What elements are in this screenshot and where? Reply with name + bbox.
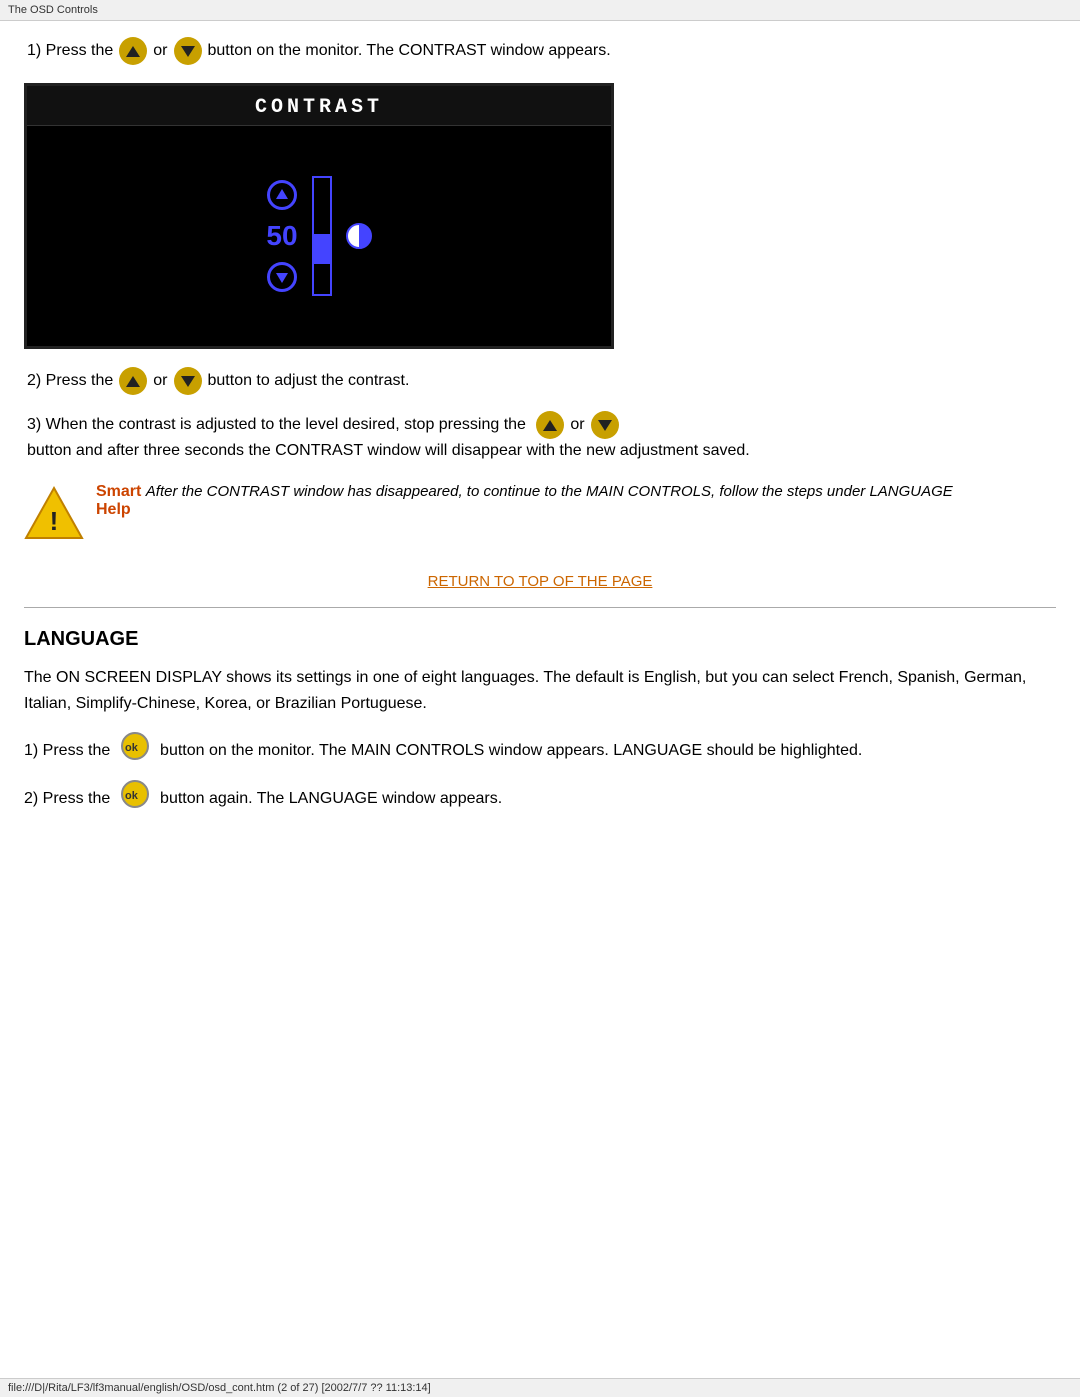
main-content: 1) Press the or button on the monitor. T… [0,21,1080,843]
language-section-title: LANGUAGE [24,628,1056,651]
down-button-step3[interactable] [591,411,619,439]
contrast-content-area: 50 [27,126,611,346]
contrast-slider-thumb [314,234,332,264]
step2-prefix: 2) Press the [27,369,113,393]
return-to-top-link[interactable]: RETURN TO TOP OF THE PAGE [428,573,653,590]
smart-help-section: ! Smart After the CONTRAST window has di… [24,483,1056,543]
svg-text:ok: ok [125,742,139,754]
ok-button-lang-step1[interactable]: ok [121,732,149,760]
title-bar-text: The OSD Controls [8,4,98,16]
lang-step2-prefix: 2) Press the [24,790,110,807]
warning-triangle-icon: ! [24,483,84,543]
up-button-step1[interactable] [119,37,147,65]
contrast-down-indicator [267,262,297,292]
contrast-icon [346,223,372,249]
step2-line: 2) Press the or button to adjust the con… [24,367,1056,395]
contrast-slider-area [312,176,332,296]
language-step1: 1) Press the ok button on the monitor. T… [24,732,1056,764]
contrast-inner: 50 [266,176,371,296]
up-button-step3[interactable] [536,411,564,439]
contrast-window-diagram: CONTRAST 50 [24,83,614,349]
contrast-slider-track [312,176,332,296]
step3-text: 3) When the contrast is adjusted to the … [27,413,526,437]
lang-step1-suffix: button on the monitor. The MAIN CONTROLS… [160,742,862,759]
contrast-value: 50 [266,220,297,252]
step1-line: 1) Press the or button on the monitor. T… [24,37,1056,65]
contrast-up-indicator [267,180,297,210]
ok-button-lang-step2[interactable]: ok [121,780,149,808]
language-section: LANGUAGE The ON SCREEN DISPLAY shows its… [24,628,1056,811]
step2-suffix: button to adjust the contrast. [208,369,410,393]
step3-suffix: button and after three seconds the CONTR… [27,439,750,463]
step3-line: 3) When the contrast is adjusted to the … [24,411,1056,463]
contrast-title: CONTRAST [27,86,611,126]
down-button-step1[interactable] [174,37,202,65]
down-button-step2[interactable] [174,367,202,395]
status-bar-text: file:///D|/Rita/LF3/lf3manual/english/OS… [8,1382,431,1394]
lang-step1-prefix: 1) Press the [24,742,110,759]
smart-help-italic-text: After the CONTRAST window has disappeare… [146,483,953,500]
smart-label: Smart [96,483,146,500]
language-description: The ON SCREEN DISPLAY shows its settings… [24,665,1056,716]
return-link-container: RETURN TO TOP OF THE PAGE [24,573,1056,591]
svg-text:ok: ok [125,790,139,802]
contrast-controls: 50 [266,180,297,292]
step2-or: or [153,369,167,393]
step1-or: or [153,39,167,63]
lang-step2-suffix: button again. The LANGUAGE window appear… [160,790,502,807]
step3-or: or [570,413,584,437]
help-label: Help [96,501,131,518]
step1-prefix: 1) Press the [27,39,113,63]
title-bar: The OSD Controls [0,0,1080,21]
section-divider [24,607,1056,608]
step1-suffix: button on the monitor. The CONTRAST wind… [208,39,611,63]
status-bar: file:///D|/Rita/LF3/lf3manual/english/OS… [0,1378,1080,1397]
smart-help-text-area: Smart After the CONTRAST window has disa… [96,483,953,519]
up-button-step2[interactable] [119,367,147,395]
svg-text:!: ! [50,506,59,536]
language-step2: 2) Press the ok button again. The LANGUA… [24,780,1056,812]
